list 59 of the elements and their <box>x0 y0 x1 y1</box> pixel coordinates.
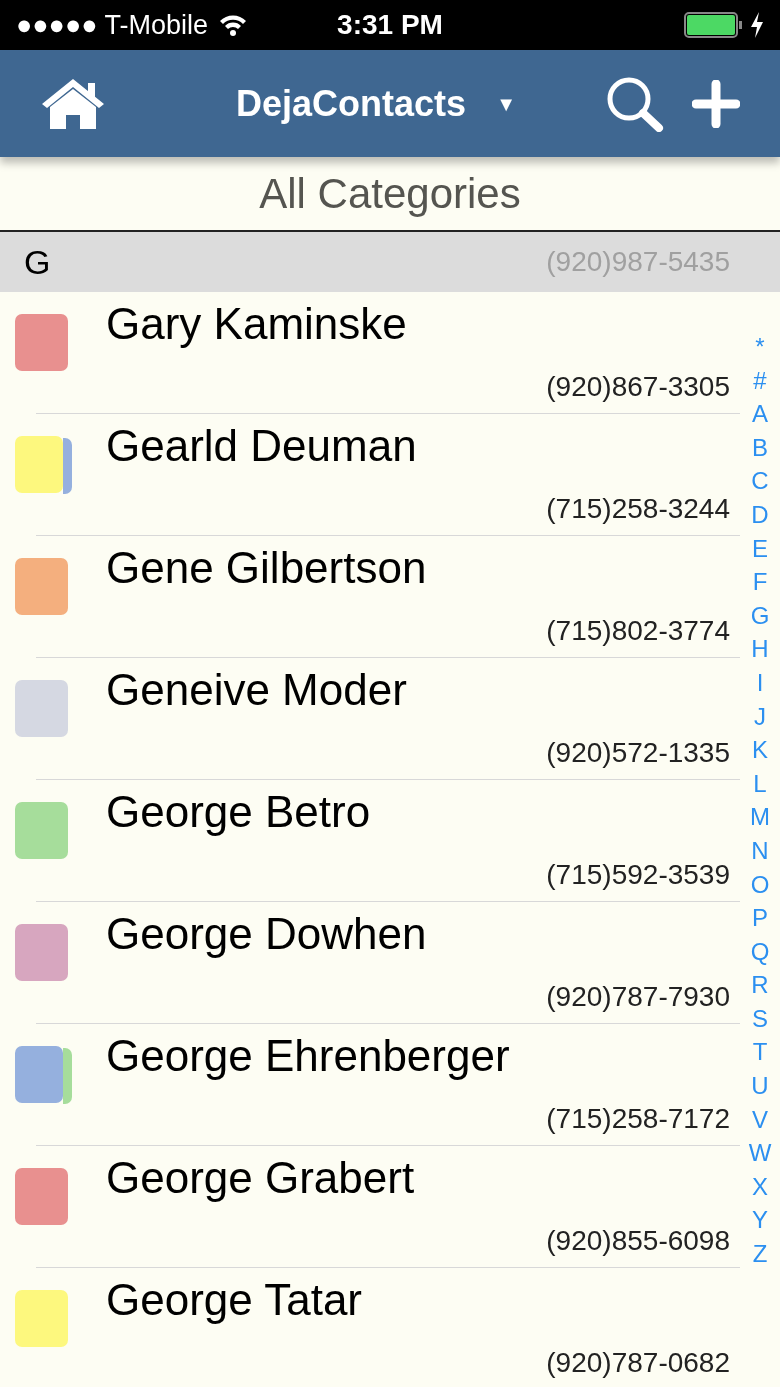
dropdown-caret[interactable]: ▼ <box>496 88 516 119</box>
contact-phone: (920)572-1335 <box>546 736 730 770</box>
index-letter[interactable]: O <box>750 867 770 902</box>
index-letter[interactable]: M <box>750 800 770 834</box>
wifi-icon <box>218 13 249 37</box>
index-letter[interactable]: J <box>754 699 766 734</box>
index-letter[interactable]: Y <box>752 1203 768 1238</box>
contact-phone: (715)258-3244 <box>546 492 730 526</box>
index-letter[interactable]: N <box>751 833 769 868</box>
index-letter[interactable]: A <box>752 397 768 431</box>
home-icon[interactable] <box>40 76 106 131</box>
index-letter[interactable]: * <box>755 330 765 364</box>
search-icon[interactable] <box>606 75 664 132</box>
index-letter[interactable]: W <box>748 1136 772 1170</box>
contact-name[interactable]: George Ehrenberger <box>106 1034 730 1078</box>
contact-phone: (715)592-3539 <box>546 858 730 892</box>
status-time: 3:31 PM <box>337 8 443 42</box>
index-letter[interactable]: P <box>752 901 768 935</box>
contact-name[interactable]: Geneive Moder <box>106 668 730 712</box>
index-letter[interactable]: K <box>752 733 768 767</box>
contact-phone: (715)258-7172 <box>546 1102 730 1136</box>
contact-name[interactable]: George Dowhen <box>106 912 730 956</box>
contact-name[interactable]: Gearld Deuman <box>106 424 730 468</box>
category-filter-label[interactable]: All Categories <box>259 162 521 225</box>
index-letter[interactable]: U <box>751 1069 769 1103</box>
section-phone: (920)987-5435 <box>546 245 730 279</box>
charging-icon <box>750 12 764 38</box>
index-letter[interactable]: E <box>752 531 768 566</box>
contact-phone: (715)802-3774 <box>546 614 730 648</box>
add-icon[interactable] <box>692 79 740 128</box>
index-letter[interactable]: X <box>752 1169 768 1204</box>
contact-name[interactable]: George Grabert <box>106 1156 730 1200</box>
carrier-label: ●●●●● T-Mobile <box>16 8 209 42</box>
index-letter[interactable]: R <box>751 968 769 1002</box>
index-letter[interactable]: D <box>751 497 769 532</box>
index-letter[interactable]: # <box>753 363 767 398</box>
index-letter[interactable]: Q <box>750 934 770 969</box>
contact-name[interactable]: Gary Kaminske <box>106 302 730 346</box>
index-letter[interactable]: S <box>752 1001 768 1036</box>
index-letter[interactable]: V <box>752 1102 768 1137</box>
contact-name[interactable]: George Betro <box>106 790 730 834</box>
contact-phone: (920)787-0682 <box>546 1346 730 1380</box>
contact-name[interactable]: George Tatar <box>106 1278 730 1322</box>
index-letter[interactable]: C <box>751 464 769 498</box>
contact-name[interactable]: Gene Gilbertson <box>106 546 730 590</box>
section-letter: G <box>24 241 51 283</box>
index-letter[interactable]: H <box>751 632 769 666</box>
contact-phone: (920)855-6098 <box>546 1224 730 1258</box>
battery-icon <box>684 12 744 38</box>
index-letter[interactable]: B <box>752 430 768 465</box>
index-letter[interactable]: F <box>752 565 768 599</box>
index-letter[interactable]: Z <box>752 1237 768 1271</box>
contact-phone: (920)867-3305 <box>546 370 730 404</box>
app-title[interactable]: DejaContacts <box>236 76 467 131</box>
index-letter[interactable]: G <box>750 598 770 633</box>
index-letter[interactable]: I <box>756 665 764 700</box>
contact-phone: (920)787-7930 <box>546 980 730 1014</box>
index-letter[interactable]: T <box>752 1035 768 1070</box>
index-letter[interactable]: L <box>753 766 767 801</box>
